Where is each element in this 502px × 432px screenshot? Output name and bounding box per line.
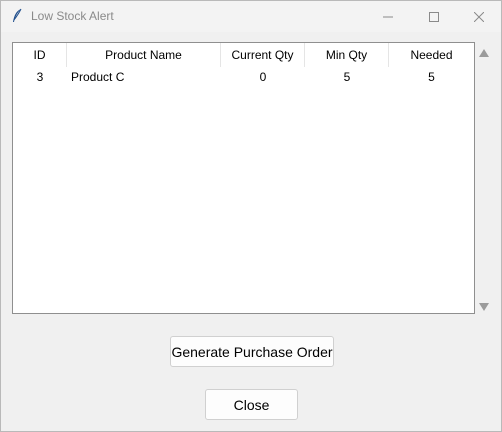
maximize-icon <box>429 11 439 22</box>
close-window-button[interactable] <box>456 1 502 32</box>
cell-product-name: Product C <box>71 70 125 84</box>
generate-purchase-order-button[interactable]: Generate Purchase Order <box>170 336 334 367</box>
column-header-needed[interactable]: Needed <box>389 43 474 67</box>
scroll-up-arrow-icon[interactable] <box>479 46 489 60</box>
feather-icon <box>11 8 23 24</box>
cell-needed: 5 <box>428 70 435 84</box>
maximize-button[interactable] <box>411 1 457 32</box>
column-header-id[interactable]: ID <box>13 43 67 67</box>
window-title: Low Stock Alert <box>31 9 114 23</box>
low-stock-table[interactable]: ID Product Name Current Qty Min Qty Need… <box>12 42 475 314</box>
vertical-scrollbar[interactable] <box>476 42 492 314</box>
column-header-min-qty[interactable]: Min Qty <box>305 43 389 67</box>
cell-id: 3 <box>36 70 44 84</box>
column-header-product-name[interactable]: Product Name <box>67 43 221 67</box>
table-body: 3 Product C 0 5 5 <box>13 67 474 87</box>
low-stock-alert-window: Low Stock Alert ID Product Name Current … <box>0 0 502 432</box>
column-header-current-qty[interactable]: Current Qty <box>221 43 305 67</box>
cell-min-qty: 5 <box>343 70 351 84</box>
minimize-icon <box>383 16 393 17</box>
minimize-button[interactable] <box>365 1 411 32</box>
table-header: ID Product Name Current Qty Min Qty Need… <box>13 43 474 67</box>
scroll-down-arrow-icon[interactable] <box>479 300 489 314</box>
cell-current-qty: 0 <box>259 70 267 84</box>
close-button[interactable]: Close <box>205 389 298 420</box>
title-bar[interactable]: Low Stock Alert <box>1 1 501 32</box>
table-row[interactable]: 3 Product C 0 5 5 <box>13 67 474 87</box>
close-icon <box>474 11 484 22</box>
